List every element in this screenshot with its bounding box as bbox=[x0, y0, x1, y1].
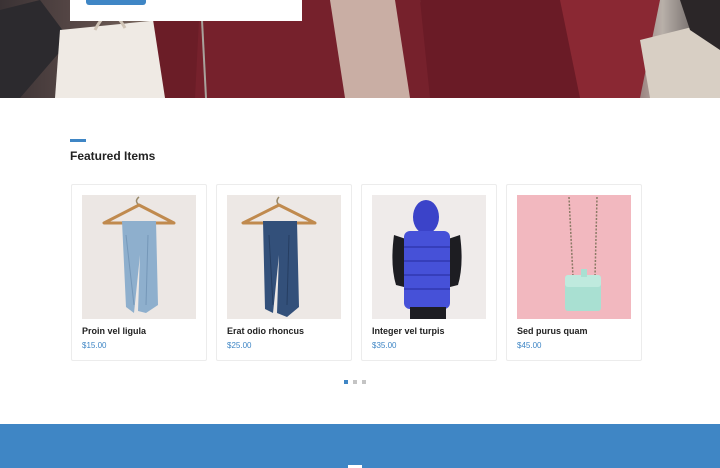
carousel-pager bbox=[344, 380, 366, 385]
product-price: $35.00 bbox=[372, 341, 397, 350]
product-image[interactable] bbox=[227, 195, 341, 319]
pager-dot[interactable] bbox=[362, 380, 366, 384]
product-image[interactable] bbox=[517, 195, 631, 319]
featured-carousel[interactable]: Proin vel ligula $15.00 Erat odio rhoncu… bbox=[70, 184, 643, 362]
product-image[interactable] bbox=[372, 195, 486, 319]
product-name[interactable]: Proin vel ligula bbox=[82, 326, 146, 336]
product-name[interactable]: Sed purus quam bbox=[517, 326, 588, 336]
product-card[interactable]: Integer vel turpis $35.00 bbox=[361, 184, 497, 361]
pager-dot[interactable] bbox=[344, 380, 348, 384]
product-card[interactable]: Erat odio rhoncus $25.00 bbox=[216, 184, 352, 361]
product-price: $15.00 bbox=[82, 341, 107, 350]
product-card[interactable]: Sed purus quam $45.00 bbox=[506, 184, 642, 361]
pager-dot[interactable] bbox=[353, 380, 357, 384]
product-name[interactable]: Integer vel turpis bbox=[372, 326, 445, 336]
footer-band bbox=[0, 424, 720, 468]
product-image[interactable] bbox=[82, 195, 196, 319]
section-title: Featured Items bbox=[70, 149, 156, 163]
product-price: $45.00 bbox=[517, 341, 542, 350]
product-name[interactable]: Erat odio rhoncus bbox=[227, 326, 304, 336]
hero-cta-button[interactable] bbox=[86, 0, 146, 5]
product-price: $25.00 bbox=[227, 341, 252, 350]
hero-text-card bbox=[70, 0, 302, 21]
section-accent-bar bbox=[70, 139, 86, 142]
product-card[interactable]: Proin vel ligula $15.00 bbox=[71, 184, 207, 361]
hero-banner bbox=[0, 0, 720, 98]
